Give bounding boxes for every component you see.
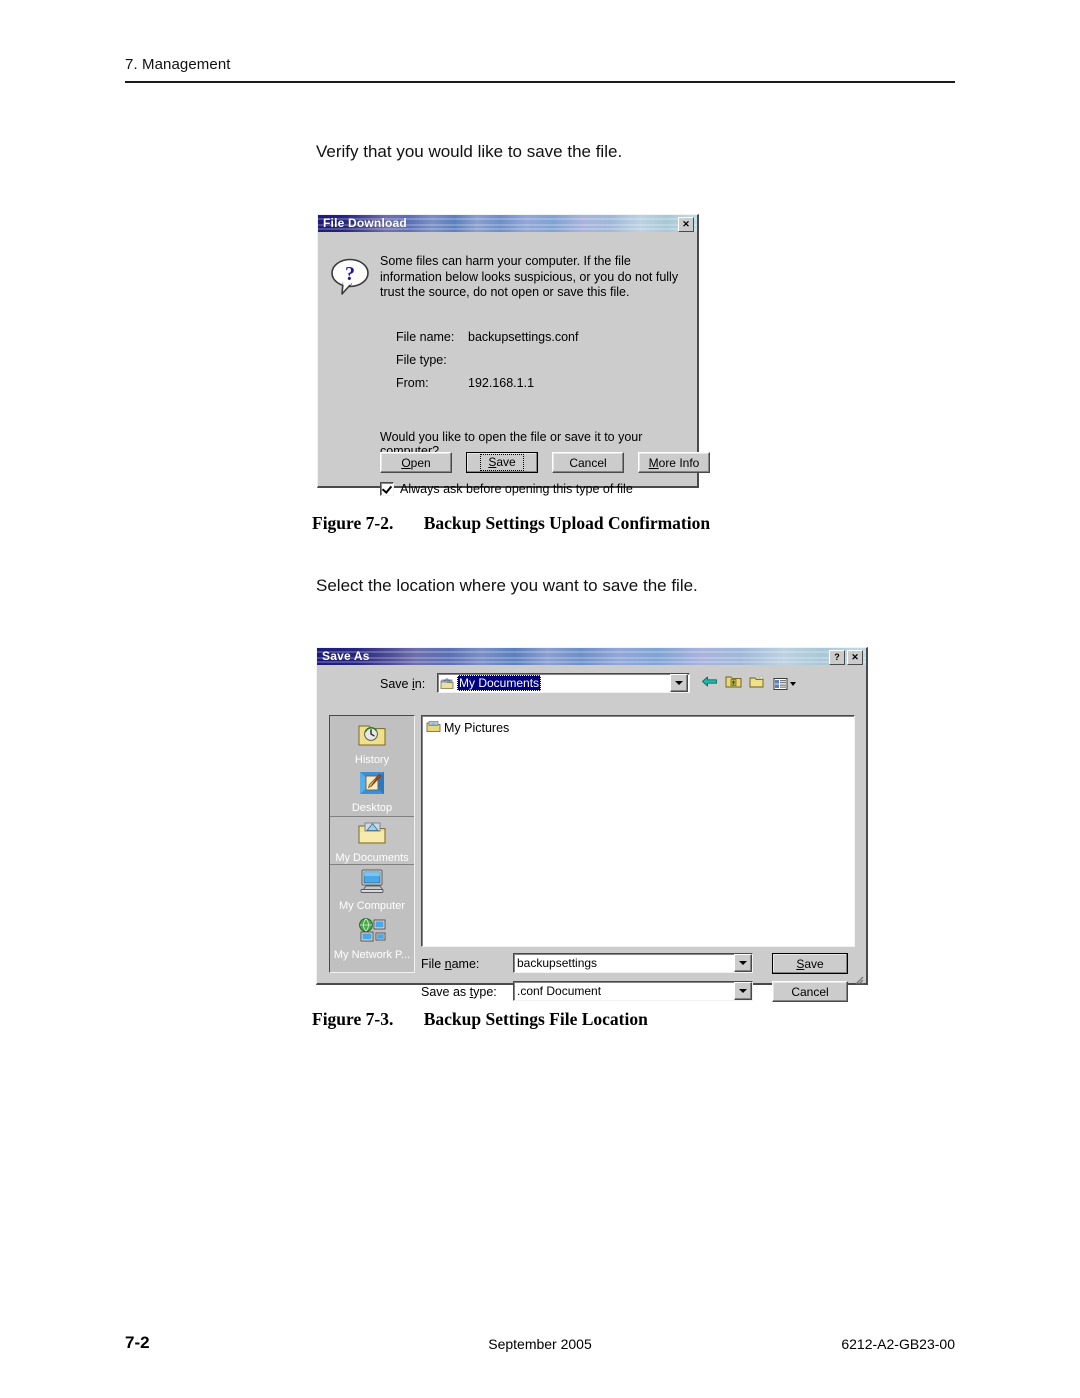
list-item[interactable]: My Pictures	[426, 720, 850, 736]
places-item-my-network-places[interactable]: My Network P...	[330, 914, 414, 963]
save-as-titlebar[interactable]: Save As ? ✕	[317, 648, 866, 665]
file-name-input[interactable]: backupsettings	[513, 953, 753, 973]
close-icon[interactable]: ✕	[678, 217, 694, 232]
save-as-toolbar	[701, 674, 796, 694]
header-rule	[125, 81, 955, 83]
footer-doc-number: 6212-A2-GB23-00	[841, 1336, 955, 1352]
file-download-button-row: Open Save Cancel More Info	[380, 452, 710, 473]
places-item-label: Desktop	[351, 802, 393, 814]
new-folder-icon[interactable]	[749, 674, 766, 694]
file-type-row: File type:	[396, 349, 579, 372]
file-name-value: backupsettings.conf	[468, 330, 579, 344]
places-item-label: My Computer	[338, 900, 406, 912]
chevron-down-icon[interactable]	[734, 982, 752, 1000]
places-item-my-documents[interactable]: My Documents	[330, 816, 414, 865]
history-folder-icon	[357, 721, 387, 753]
footer-date: September 2005	[488, 1336, 592, 1352]
save-as-dialog: Save As ? ✕ Save in: My Documents Histor…	[316, 647, 868, 1002]
chevron-down-icon[interactable]	[734, 954, 752, 972]
chevron-down-icon[interactable]	[670, 674, 688, 692]
save-in-label: Save in:	[380, 677, 426, 691]
intro-paragraph-1: Verify that you would like to save the f…	[316, 142, 623, 161]
page-footer: 7-2 September 2005 6212-A2-GB23-00	[125, 1333, 955, 1355]
save-button[interactable]: Save	[772, 953, 848, 974]
close-icon[interactable]: ✕	[847, 650, 863, 665]
always-ask-checkbox[interactable]: Always ask before opening this type of f…	[380, 482, 633, 496]
file-info-block: File name: backupsettings.conf File type…	[396, 326, 579, 395]
from-row: From: 192.168.1.1	[396, 372, 579, 395]
list-item-label: My Pictures	[444, 721, 510, 735]
save-in-combo[interactable]: My Documents	[437, 673, 690, 693]
up-one-level-icon[interactable]	[725, 674, 742, 694]
from-label: From:	[396, 376, 429, 390]
page-header: 7. Management	[125, 56, 955, 83]
open-button[interactable]: Open	[380, 452, 452, 473]
running-head: 7. Management	[125, 56, 231, 73]
views-menu-icon[interactable]	[773, 677, 796, 691]
back-arrow-icon[interactable]	[701, 674, 718, 694]
cancel-button-label: Cancel	[791, 984, 829, 999]
resize-grip-icon[interactable]	[853, 972, 864, 985]
warning-message: Some files can harm your computer. If th…	[380, 254, 679, 299]
file-list[interactable]: My Pictures	[421, 715, 855, 947]
save-as-type-value: .conf Document	[517, 984, 602, 998]
intro-paragraph-2: Select the location where you want to sa…	[316, 576, 698, 595]
figure-number: Figure 7-2.	[312, 513, 394, 533]
figure-caption-7-2: Figure 7-2. Backup Settings Upload Confi…	[312, 513, 710, 534]
from-value: 192.168.1.1	[468, 376, 535, 390]
places-item-desktop[interactable]: Desktop	[330, 767, 414, 816]
places-item-label: My Documents	[335, 852, 409, 864]
open-button-rest: pen	[410, 455, 431, 470]
places-item-history[interactable]: History	[330, 718, 414, 767]
cancel-button[interactable]: Cancel	[552, 452, 624, 473]
file-name-label: File name:	[421, 957, 480, 971]
help-icon[interactable]: ?	[829, 650, 845, 665]
figure-number: Figure 7-3.	[312, 1009, 394, 1029]
checkmark-icon[interactable]	[380, 482, 394, 496]
question-balloon-icon: ?	[330, 256, 372, 296]
file-download-titlebar[interactable]: File Download ✕	[318, 215, 697, 232]
save-as-title: Save As	[322, 649, 370, 663]
save-as-type-label: Save as type:	[421, 985, 497, 999]
places-item-my-computer[interactable]: My Computer	[330, 865, 414, 914]
my-network-places-icon	[357, 917, 387, 948]
figure-title: Backup Settings Upload Confirmation	[423, 513, 711, 533]
places-item-label: History	[354, 754, 390, 766]
places-item-label: My Network P...	[333, 949, 411, 961]
file-name-row: File name: backupsettings.conf	[396, 326, 579, 349]
figure-caption-7-3: Figure 7-3. Backup Settings File Locatio…	[312, 1009, 648, 1030]
cancel-button[interactable]: Cancel	[772, 981, 848, 1002]
more-info-button[interactable]: More Info	[638, 452, 710, 473]
file-type-label: File type:	[396, 353, 447, 367]
always-ask-label: Always ask before opening this type of f…	[400, 482, 633, 496]
svg-text:?: ?	[345, 263, 355, 285]
my-documents-icon	[440, 677, 454, 690]
save-button[interactable]: Save	[466, 452, 538, 473]
my-computer-icon	[358, 868, 386, 899]
places-bar: History Desktop My Documents My Computer…	[329, 715, 415, 973]
folder-icon	[426, 720, 441, 736]
my-documents-icon	[357, 820, 387, 851]
save-as-type-combo[interactable]: .conf Document	[513, 981, 753, 1001]
cancel-button-label: Cancel	[569, 455, 607, 470]
figure-title: Backup Settings File Location	[423, 1009, 648, 1029]
file-download-dialog: File Download ✕ ? Some files can harm yo…	[317, 214, 710, 496]
file-name-value: backupsettings	[517, 956, 598, 970]
file-download-title: File Download	[323, 216, 407, 230]
file-name-label: File name:	[396, 330, 455, 344]
save-in-value: My Documents	[457, 675, 542, 691]
desktop-icon	[358, 770, 386, 801]
